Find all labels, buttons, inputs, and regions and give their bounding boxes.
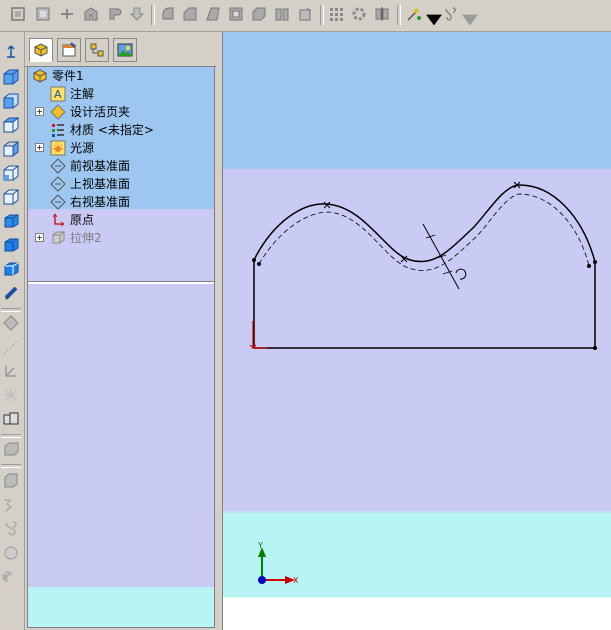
wrap-icon[interactable] xyxy=(274,6,290,22)
feature-manager-tabs xyxy=(25,32,216,67)
configuration-manager-tab[interactable] xyxy=(85,38,109,62)
plane-icon xyxy=(50,158,66,174)
plane-icon xyxy=(50,194,66,210)
property-manager-tab[interactable] xyxy=(57,38,81,62)
loft-cut-icon[interactable] xyxy=(2,520,20,538)
tree-item-label: 前视基准面 xyxy=(70,159,131,173)
right-view-icon[interactable] xyxy=(2,140,20,158)
dome-icon[interactable] xyxy=(251,6,267,22)
top-view-icon[interactable] xyxy=(2,116,20,134)
normal-to-icon[interactable] xyxy=(2,44,20,62)
mirror-feature-icon[interactable] xyxy=(374,6,390,22)
front-view-icon[interactable] xyxy=(2,92,20,110)
spline-point-marker[interactable] xyxy=(323,201,331,209)
plane-icon xyxy=(50,176,66,192)
linear-pattern-icon[interactable] xyxy=(328,6,344,22)
sketch-point[interactable] xyxy=(593,346,597,350)
toolbar-separator xyxy=(320,5,324,25)
curves-icon[interactable] xyxy=(443,6,459,22)
plane-icon[interactable] xyxy=(2,362,20,380)
toolbar-separator xyxy=(1,464,21,468)
revolve-icon[interactable] xyxy=(59,6,75,22)
rib-icon[interactable] xyxy=(129,6,145,22)
circular-pattern-icon[interactable] xyxy=(351,6,367,22)
tree-item-label: 原点 xyxy=(70,213,95,227)
tree-item-label: 光源 xyxy=(70,141,95,155)
tree-item-label: 右视基准面 xyxy=(70,195,131,209)
feature-manager-panel: 零件1 A 注解 + 设计活页夹 材质 <未指定> + 光源 前视基准面 上视基… xyxy=(25,32,216,630)
extrude-feature-icon xyxy=(50,230,66,246)
section-view-icon[interactable] xyxy=(2,284,20,302)
toolbar-separator xyxy=(1,308,21,312)
sweep-icon[interactable] xyxy=(83,6,99,22)
coordinate-icon[interactable] xyxy=(2,410,20,428)
triad-y-label: Y xyxy=(257,541,263,550)
draft-icon[interactable] xyxy=(205,6,221,22)
graphics-viewport[interactable]: Y X xyxy=(222,32,611,630)
cut-icon[interactable] xyxy=(2,472,20,490)
sketch-icon[interactable] xyxy=(10,6,26,22)
sketch-lines[interactable] xyxy=(253,260,596,349)
rotate-handle-icon[interactable] xyxy=(455,268,467,280)
wireframe-icon[interactable] xyxy=(2,212,20,230)
shell-icon[interactable] xyxy=(228,6,244,22)
shaded-icon[interactable] xyxy=(2,236,20,254)
expand-icon[interactable]: + xyxy=(35,143,44,152)
toolbar-separator xyxy=(151,5,155,25)
material-icon xyxy=(50,122,66,138)
sketch-point[interactable] xyxy=(252,258,256,262)
part-icon xyxy=(32,68,48,84)
chevron-down-icon[interactable] xyxy=(426,12,442,26)
sketch-point[interactable] xyxy=(257,262,261,266)
view-toolbar xyxy=(0,32,25,630)
tree-item-label: 上视基准面 xyxy=(70,177,131,191)
sketch-point[interactable] xyxy=(593,260,597,264)
chamfer-icon[interactable] xyxy=(182,6,198,22)
toolbar-separator xyxy=(1,434,21,438)
line-icon[interactable] xyxy=(2,314,20,332)
extrude-icon[interactable] xyxy=(2,440,20,458)
sweep-cut-icon[interactable] xyxy=(2,496,20,514)
wrap-icon[interactable] xyxy=(2,568,20,586)
feature-tree-tab[interactable] xyxy=(29,38,53,62)
tree-item-label: 注解 xyxy=(70,87,95,101)
tree-item-label: 拉伸2 xyxy=(70,231,102,245)
helix-icon[interactable] xyxy=(2,544,20,562)
shaded-edges-icon[interactable] xyxy=(2,260,20,278)
tree-item-label: 设计活页夹 xyxy=(70,105,131,119)
sketch-canvas[interactable]: Y X xyxy=(223,32,611,630)
fillet-icon[interactable] xyxy=(160,6,176,22)
reference-geometry-icon[interactable] xyxy=(406,6,422,22)
tree-root-label: 零件1 xyxy=(52,69,84,83)
smart-dimension-icon[interactable] xyxy=(35,6,51,22)
expand-icon[interactable]: + xyxy=(35,107,44,116)
display-manager-tab[interactable] xyxy=(113,38,137,62)
origin-marker xyxy=(252,321,267,349)
bottom-view-icon[interactable] xyxy=(2,188,20,206)
lights-icon xyxy=(50,140,66,156)
rollback-bar[interactable] xyxy=(28,281,214,284)
spline-curve[interactable] xyxy=(253,184,596,263)
triad-z-axis xyxy=(258,576,266,584)
expand-icon[interactable]: + xyxy=(35,233,44,242)
svg-text:A: A xyxy=(54,88,62,101)
loft-icon[interactable] xyxy=(107,6,123,22)
offset-curve[interactable] xyxy=(258,193,590,271)
back-view-icon[interactable] xyxy=(2,164,20,182)
command-toolbar xyxy=(0,0,611,32)
chevron-down-icon[interactable] xyxy=(462,12,478,26)
sketch-point[interactable] xyxy=(587,264,591,268)
toolbar-separator xyxy=(397,5,401,25)
tree-item-label: 材质 <未指定> xyxy=(70,123,154,137)
tangent-handle-ticks xyxy=(425,234,453,275)
origin-icon xyxy=(50,212,66,228)
mirror-icon[interactable] xyxy=(297,6,313,22)
feature-tree: 零件1 A 注解 + 设计活页夹 材质 <未指定> + 光源 前视基准面 上视基… xyxy=(27,66,215,628)
isometric-view-icon[interactable] xyxy=(2,68,20,86)
triad-x-label: X xyxy=(293,576,299,585)
annotation-icon: A xyxy=(50,86,66,102)
axis-icon[interactable] xyxy=(2,386,20,404)
design-binder-icon xyxy=(50,104,66,120)
point-icon[interactable] xyxy=(2,338,20,356)
